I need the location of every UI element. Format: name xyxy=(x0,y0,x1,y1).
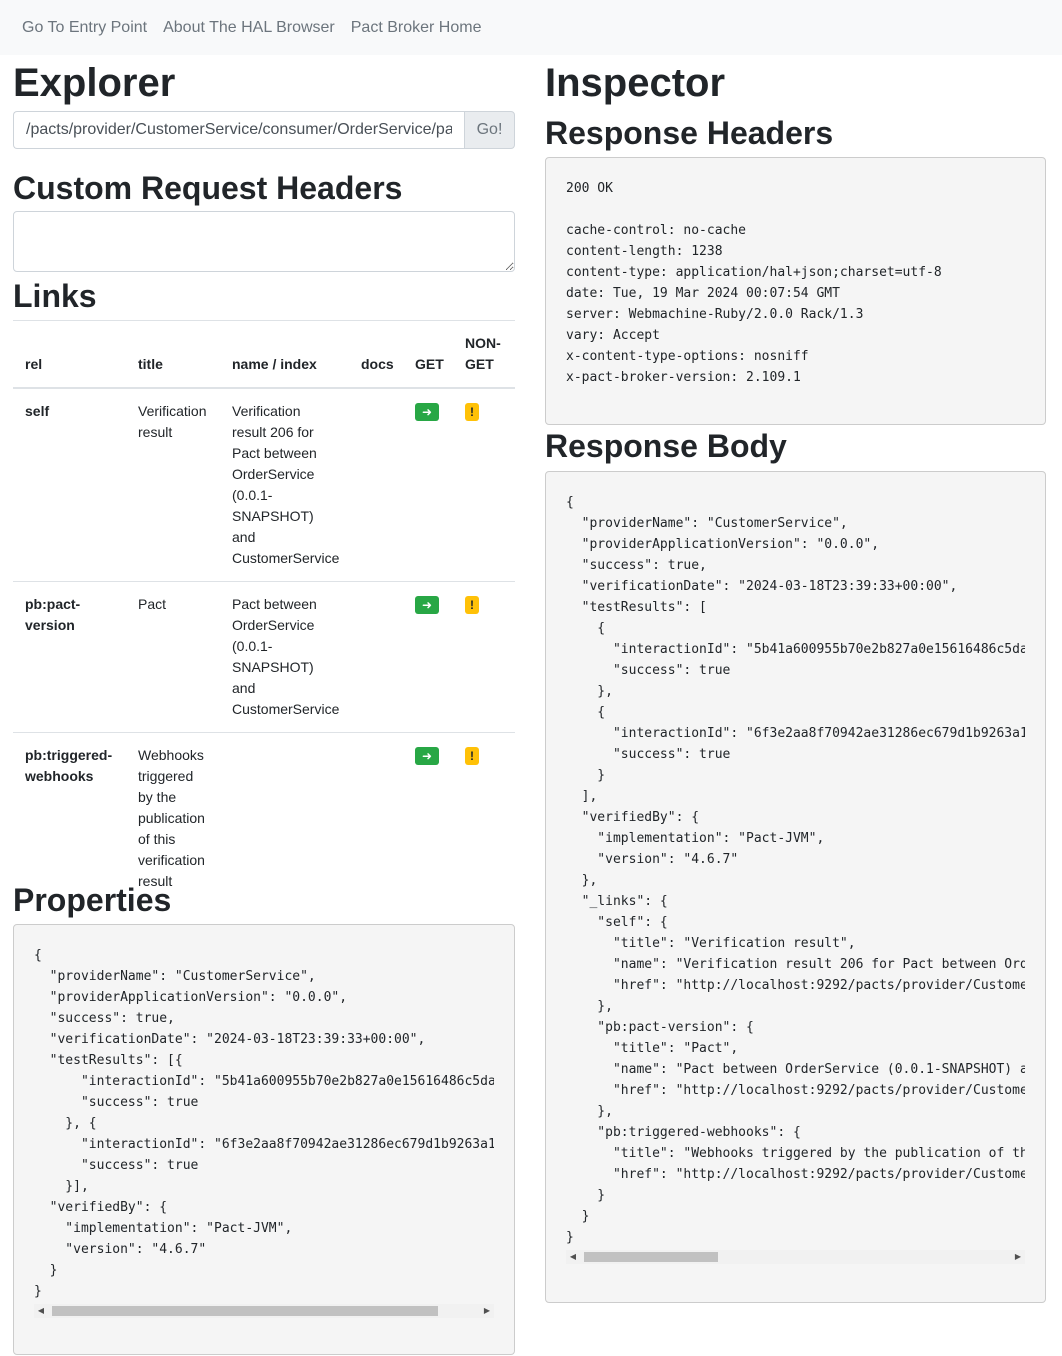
link-title: Pact xyxy=(126,581,220,733)
custom-headers-title: Custom Request Headers xyxy=(13,170,403,206)
properties-title: Properties xyxy=(13,882,172,918)
nav-entry-point-link[interactable]: Go To Entry Point xyxy=(14,19,155,37)
properties-panel: { "providerName": "CustomerService", "pr… xyxy=(13,924,515,1355)
link-title: Webhooks triggered by the publication of… xyxy=(126,732,220,904)
links-header-row: rel title name / index docs GET NON-GET xyxy=(13,320,515,389)
table-row: pb:triggered-webhooks Webhooks triggered… xyxy=(13,732,515,904)
go-button[interactable]: Go! xyxy=(464,111,515,149)
exclamation-icon[interactable]: ! xyxy=(465,747,479,765)
link-docs xyxy=(349,581,403,733)
explorer-title: Explorer xyxy=(13,61,176,105)
link-name: Verification result 206 for Pact between… xyxy=(220,387,349,582)
col-get: GET xyxy=(403,320,453,389)
scroll-left-icon[interactable]: ◀ xyxy=(34,1304,48,1318)
link-name xyxy=(220,732,349,904)
response-headers-panel: 200 OK cache-control: no-cache content-l… xyxy=(545,157,1046,425)
top-navbar: Go To Entry Point About The HAL Browser … xyxy=(0,0,1062,55)
arrow-right-icon[interactable]: ➜ xyxy=(415,747,439,765)
link-rel: self xyxy=(13,387,126,582)
col-docs: docs xyxy=(349,320,403,389)
link-rel: pb:triggered-webhooks xyxy=(13,732,126,904)
nav-about-link[interactable]: About The HAL Browser xyxy=(155,19,343,37)
links-table: rel title name / index docs GET NON-GET … xyxy=(13,320,515,904)
link-rel: pb:pact-version xyxy=(13,581,126,733)
scroll-right-icon[interactable]: ▶ xyxy=(480,1304,494,1318)
link-name: Pact between OrderService (0.0.1-SNAPSHO… xyxy=(220,581,349,733)
link-docs xyxy=(349,732,403,904)
scroll-right-icon[interactable]: ▶ xyxy=(1011,1250,1025,1264)
links-title: Links xyxy=(13,278,97,314)
response-body-panel: { "providerName": "CustomerService", "pr… xyxy=(545,471,1046,1303)
nav-home-link[interactable]: Pact Broker Home xyxy=(343,19,490,37)
arrow-right-icon[interactable]: ➜ xyxy=(415,596,439,614)
custom-headers-textarea[interactable] xyxy=(13,211,515,272)
table-row: pb:pact-version Pact Pact between OrderS… xyxy=(13,581,515,733)
link-title: Verification result xyxy=(126,387,220,582)
col-rel: rel xyxy=(13,320,126,389)
exclamation-icon[interactable]: ! xyxy=(465,596,479,614)
url-form: Go! xyxy=(13,111,515,149)
response-body-json: { "providerName": "CustomerService", "pr… xyxy=(566,495,1025,1245)
scrollbar-thumb[interactable] xyxy=(52,1306,438,1316)
scroll-left-icon[interactable]: ◀ xyxy=(566,1250,580,1264)
col-title: title xyxy=(126,320,220,389)
properties-scrollbar[interactable]: ◀ ▶ xyxy=(34,1304,494,1318)
response-headers-text: 200 OK cache-control: no-cache content-l… xyxy=(566,181,942,385)
inspector-title: Inspector xyxy=(545,61,726,105)
response-headers-title: Response Headers xyxy=(545,115,834,151)
table-row: self Verification result Verification re… xyxy=(13,387,515,582)
response-body-scrollbar[interactable]: ◀ ▶ xyxy=(566,1250,1025,1264)
properties-json: { "providerName": "CustomerService", "pr… xyxy=(34,948,494,1299)
col-name-index: name / index xyxy=(220,320,349,389)
url-input[interactable] xyxy=(13,111,464,149)
exclamation-icon[interactable]: ! xyxy=(465,403,479,421)
col-non-get: NON-GET xyxy=(453,320,515,389)
scrollbar-thumb[interactable] xyxy=(584,1252,718,1262)
response-body-title: Response Body xyxy=(545,428,787,464)
arrow-right-icon[interactable]: ➜ xyxy=(415,403,439,421)
link-docs xyxy=(349,387,403,582)
